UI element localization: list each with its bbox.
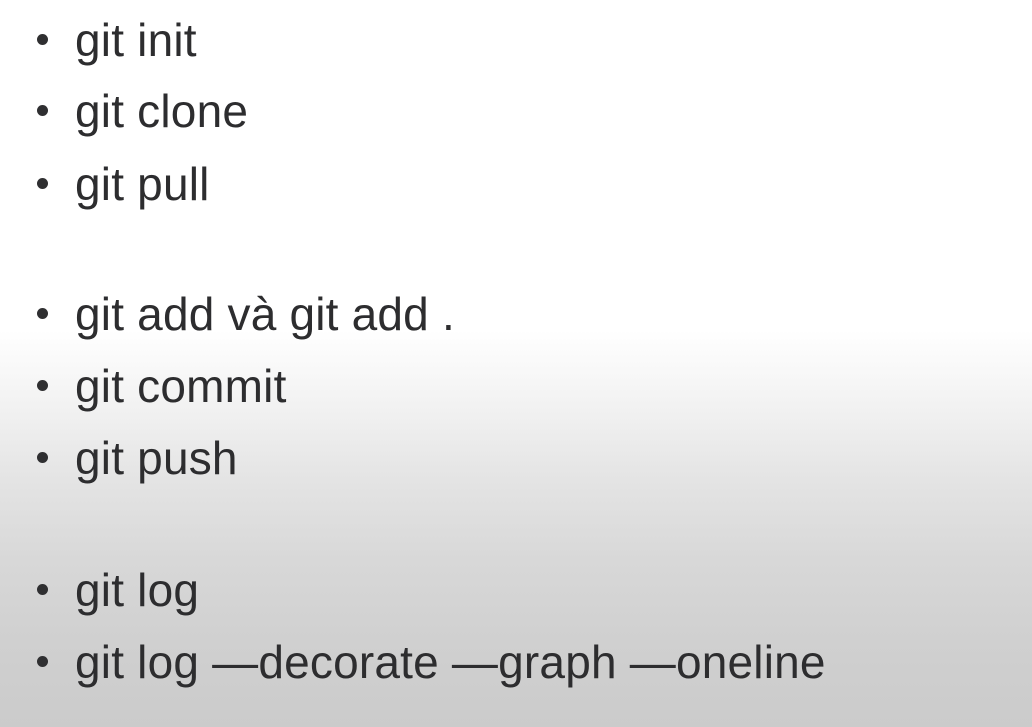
bullet-icon xyxy=(37,34,48,45)
bullet-text: git init xyxy=(75,14,197,66)
bullet-text: git log —decorate —graph —oneline xyxy=(75,636,826,688)
bullet-icon xyxy=(37,308,48,319)
slide: git init git clone git pull git add và g… xyxy=(0,0,1032,727)
bullet-text: git log xyxy=(75,564,200,616)
bullet-text: git clone xyxy=(75,85,249,137)
bullet-icon xyxy=(37,178,48,189)
bullet-item-git-push: git push xyxy=(0,428,1000,488)
bullet-item-git-init: git init xyxy=(0,10,1000,70)
bullet-icon xyxy=(37,584,48,595)
bullet-text: git pull xyxy=(75,158,210,210)
bullet-item-git-commit: git commit xyxy=(0,356,1000,416)
bullet-item-git-log-decorate: git log —decorate —graph —oneline xyxy=(0,632,1000,692)
bullet-icon xyxy=(37,656,48,667)
bullet-icon xyxy=(37,380,48,391)
bullet-item-git-log: git log xyxy=(0,560,1000,620)
bullet-item-git-pull: git pull xyxy=(0,154,1000,214)
bullet-item-git-add: git add và git add . xyxy=(0,284,1000,344)
bullet-icon xyxy=(37,452,48,463)
bullet-text: git commit xyxy=(75,360,287,412)
bullet-icon xyxy=(37,105,48,116)
bullet-text: git add và git add . xyxy=(75,288,455,340)
bullet-item-git-clone: git clone xyxy=(0,81,1000,141)
bullet-text: git push xyxy=(75,432,238,484)
